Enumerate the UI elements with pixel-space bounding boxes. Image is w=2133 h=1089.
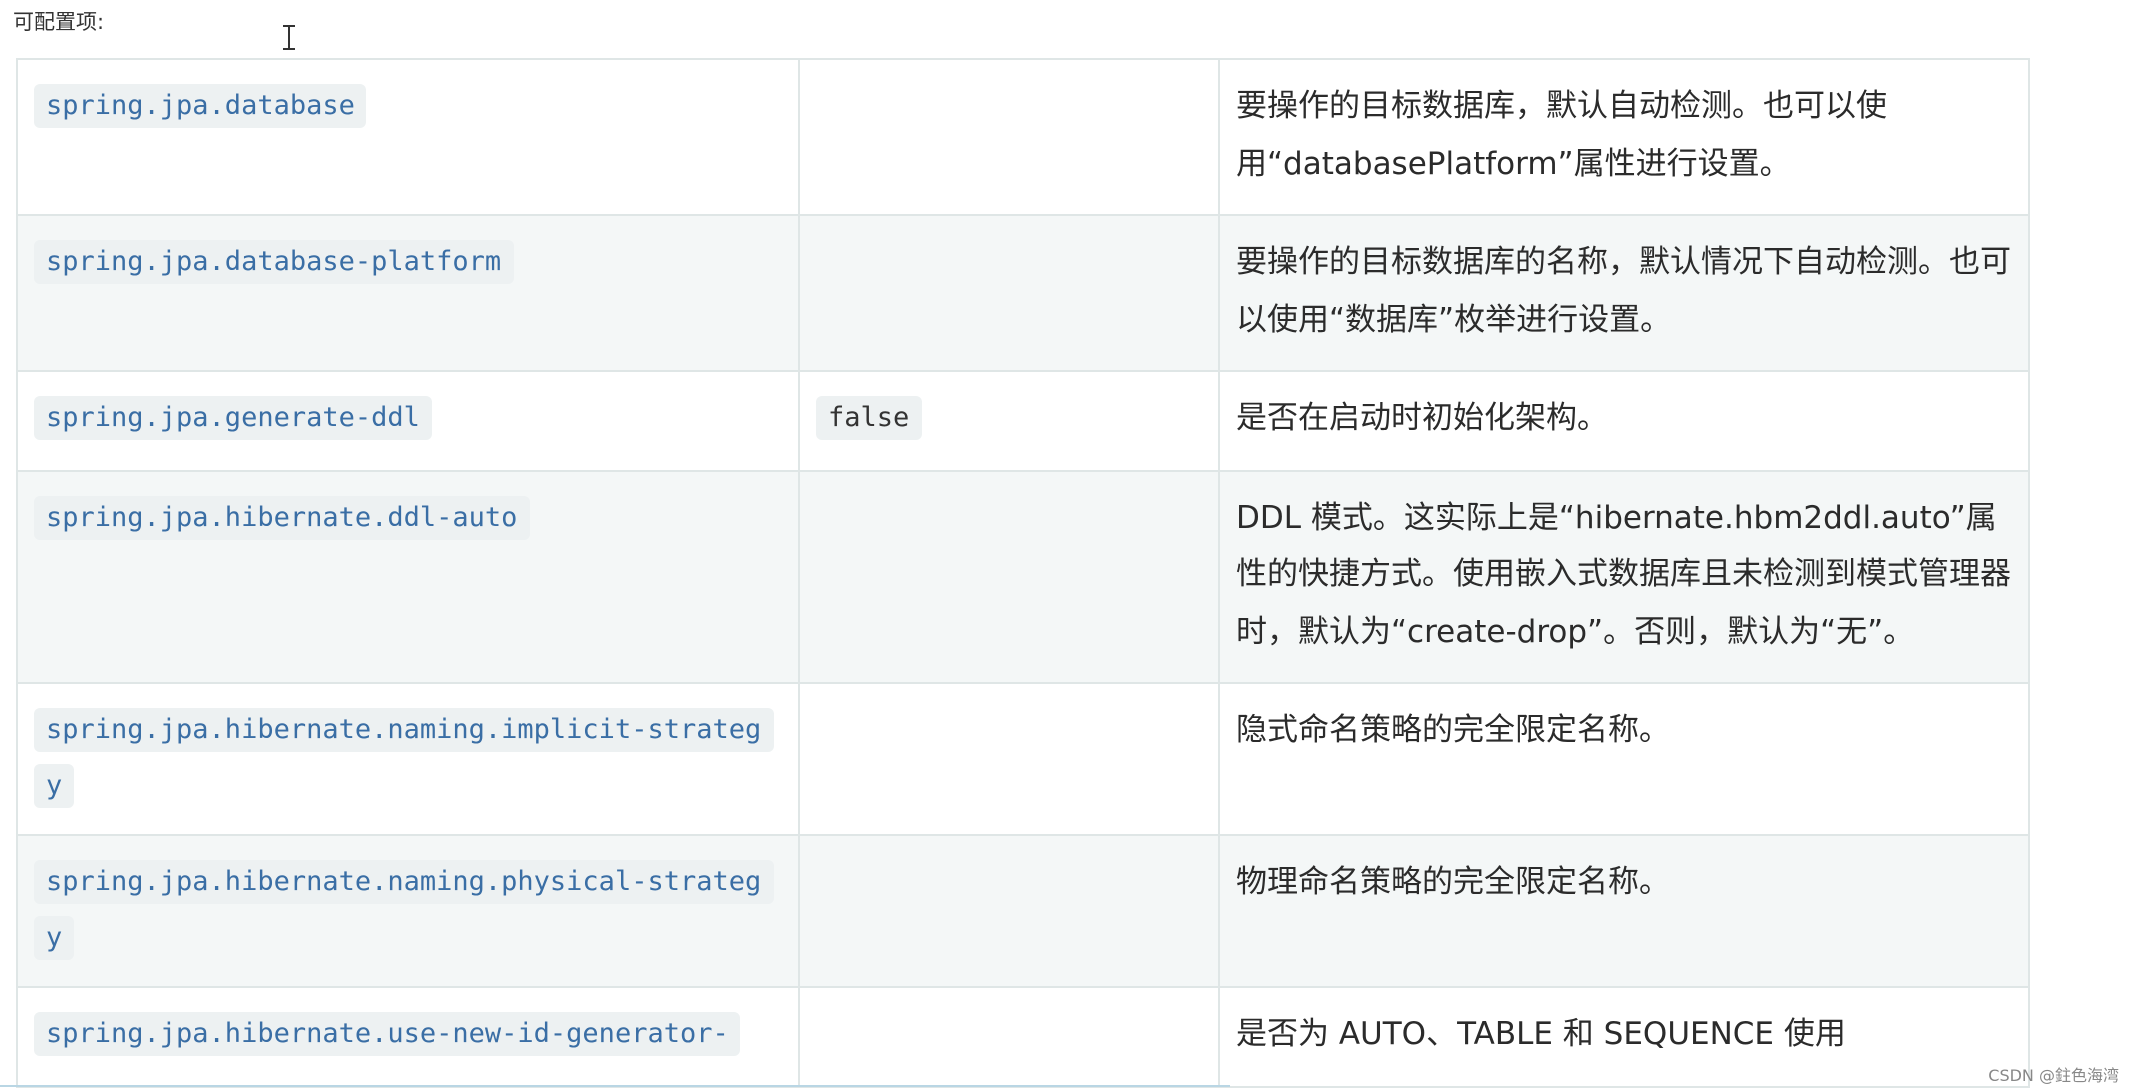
property-description: 物理命名策略的完全限定名称。 bbox=[1236, 864, 1671, 900]
watermark: CSDN @鉒色海湾 bbox=[1988, 1066, 2119, 1085]
property-description: 要操作的目标数据库的名称，默认情况下自动检测。也可以使用“数据库”枚举进行设置。 bbox=[1236, 244, 2012, 337]
property-description: 隐式命名策略的完全限定名称。 bbox=[1236, 712, 1671, 748]
property-name: spring.jpa.hibernate.ddl-auto bbox=[34, 495, 530, 539]
table-row: spring.jpa.hibernate.naming.implicit-str… bbox=[16, 682, 2030, 836]
description-cell: 隐式命名策略的完全限定名称。 bbox=[1218, 682, 2030, 836]
description-cell: 要操作的目标数据库的名称，默认情况下自动检测。也可以使用“数据库”枚举进行设置。 bbox=[1218, 214, 2030, 372]
property-cell: spring.jpa.generate-ddl bbox=[16, 370, 800, 471]
section-heading: 可配置项: bbox=[13, 10, 105, 34]
property-name: spring.jpa.database bbox=[34, 84, 367, 128]
table-row: spring.jpa.hibernate.use-new-id-generato… bbox=[16, 986, 2030, 1087]
property-description: DDL 模式。这实际上是“hibernate.hbm2ddl.auto”属性的快… bbox=[1236, 499, 2012, 649]
bottom-divider bbox=[0, 1085, 1230, 1087]
property-cell: spring.jpa.hibernate.ddl-auto bbox=[16, 469, 800, 684]
property-name: spring.jpa.hibernate.use-new-id-generato… bbox=[34, 1012, 741, 1056]
default-cell bbox=[798, 214, 1220, 372]
property-cell: spring.jpa.hibernate.naming.physical-str… bbox=[16, 834, 800, 988]
default-cell bbox=[798, 986, 1220, 1087]
property-name: spring.jpa.hibernate.naming.implicit-str… bbox=[34, 708, 774, 807]
description-cell: 要操作的目标数据库，默认自动检测。也可以使用“databasePlatform”… bbox=[1218, 58, 2030, 216]
default-cell bbox=[798, 469, 1220, 684]
default-value: false bbox=[816, 396, 922, 440]
property-cell: spring.jpa.hibernate.naming.implicit-str… bbox=[16, 682, 800, 836]
description-cell: 是否为 AUTO、TABLE 和 SEQUENCE 使用 bbox=[1218, 986, 2030, 1087]
description-cell: 是否在启动时初始化架构。 bbox=[1218, 370, 2030, 471]
table-row: spring.jpa.database 要操作的目标数据库，默认自动检测。也可以… bbox=[16, 58, 2030, 216]
table-row: spring.jpa.hibernate.ddl-auto DDL 模式。这实际… bbox=[16, 469, 2030, 684]
property-name: spring.jpa.database-platform bbox=[34, 240, 514, 284]
default-cell bbox=[798, 682, 1220, 836]
property-description: 要操作的目标数据库，默认自动检测。也可以使用“databasePlatform”… bbox=[1236, 88, 1888, 181]
property-name: spring.jpa.hibernate.naming.physical-str… bbox=[34, 860, 774, 959]
default-cell: false bbox=[798, 370, 1220, 471]
table-row: spring.jpa.hibernate.naming.physical-str… bbox=[16, 834, 2030, 988]
property-name: spring.jpa.generate-ddl bbox=[34, 396, 432, 440]
description-cell: DDL 模式。这实际上是“hibernate.hbm2ddl.auto”属性的快… bbox=[1218, 469, 2030, 684]
property-cell: spring.jpa.database bbox=[16, 58, 800, 216]
property-description: 是否在启动时初始化架构。 bbox=[1236, 400, 1609, 436]
property-cell: spring.jpa.database-platform bbox=[16, 214, 800, 372]
text-cursor-icon bbox=[283, 25, 295, 50]
table-row: spring.jpa.generate-ddl false 是否在启动时初始化架… bbox=[16, 370, 2030, 471]
default-cell bbox=[798, 58, 1220, 216]
property-description: 是否为 AUTO、TABLE 和 SEQUENCE 使用 bbox=[1236, 1016, 1846, 1052]
description-cell: 物理命名策略的完全限定名称。 bbox=[1218, 834, 2030, 988]
table-row: spring.jpa.database-platform 要操作的目标数据库的名… bbox=[16, 214, 2030, 372]
default-cell bbox=[798, 834, 1220, 988]
property-cell: spring.jpa.hibernate.use-new-id-generato… bbox=[16, 986, 800, 1087]
properties-table: spring.jpa.database 要操作的目标数据库，默认自动检测。也可以… bbox=[16, 58, 2030, 1087]
